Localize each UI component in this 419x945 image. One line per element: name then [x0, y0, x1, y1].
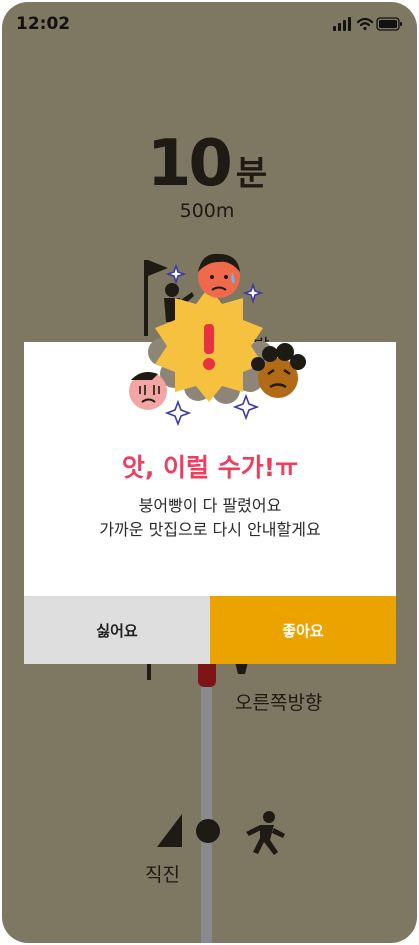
- straight-label: 직진: [145, 864, 180, 886]
- turn-direction-label: 오른쪽방향: [235, 692, 323, 714]
- status-bar: 12:02: [2, 2, 417, 46]
- dialog-message-line-1: 붕어빵이 다 팔렸어요: [138, 496, 282, 515]
- distance-remaining: 10 분: [2, 127, 412, 201]
- dialog-button-row: 싫어요 좋아요: [24, 596, 396, 664]
- worried-face-icon: [198, 253, 240, 298]
- distance-meters: 500m: [179, 200, 235, 222]
- distance-value: 10: [146, 127, 233, 201]
- distance-unit: 분: [235, 154, 268, 194]
- phone-screen: 12:02 10 분 500m 오른쪽방향 직진 앗, 이럴 수가!ㅠ 붕어빵이…: [2, 2, 417, 943]
- status-icons: [333, 16, 403, 32]
- status-time: 12:02: [16, 14, 71, 34]
- signal-icon: [333, 17, 351, 31]
- dialog-title: 앗, 이럴 수가!ㅠ: [121, 453, 299, 482]
- wifi-icon: [356, 17, 374, 31]
- sold-out-dialog: 앗, 이럴 수가!ㅠ 붕어빵이 다 팔렸어요 가까운 맛집으로 다시 안내할게요…: [24, 342, 396, 664]
- dialog-message: 붕어빵이 다 팔렸어요 가까운 맛집으로 다시 안내할게요: [24, 494, 396, 542]
- route-line: [201, 662, 212, 943]
- dialog-message-line-2: 가까운 맛집으로 다시 안내할게요: [99, 520, 321, 539]
- confirm-button[interactable]: 좋아요: [210, 596, 396, 664]
- battery-icon: [376, 17, 402, 31]
- cancel-button[interactable]: 싫어요: [24, 596, 210, 664]
- arrival-flag-icon: [144, 260, 194, 336]
- walking-person-icon: [246, 811, 285, 855]
